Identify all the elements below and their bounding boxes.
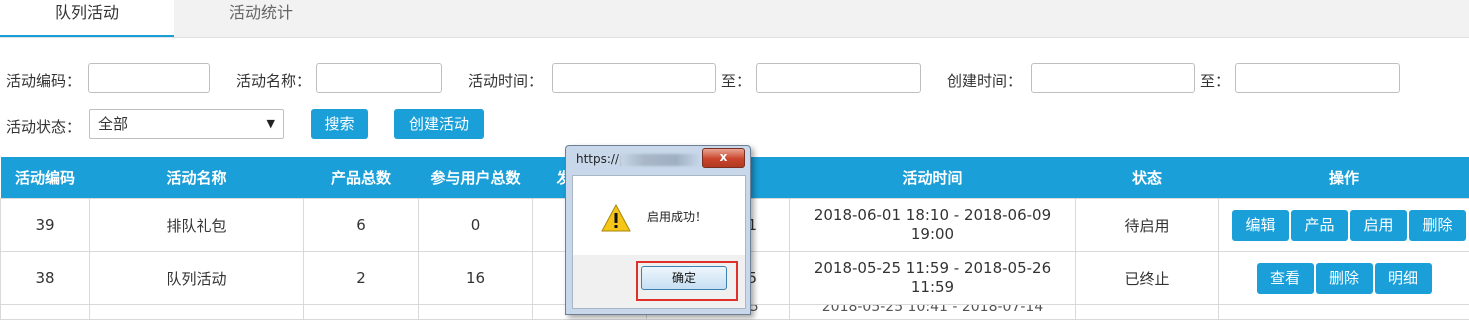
warning-icon (601, 204, 631, 232)
activity-time-start-input[interactable] (552, 63, 716, 93)
edit-button[interactable]: 编辑 (1232, 210, 1289, 241)
tab-queue-activity[interactable]: 队列活动 (0, 0, 174, 37)
search-button[interactable]: 搜索 (311, 109, 368, 139)
cell-name: 队列活动 (90, 252, 304, 305)
activity-time-label: 活动时间： (468, 70, 543, 91)
cell-code: 38 (1, 252, 90, 305)
cell-time: 2018-06-01 18:10 - 2018-06-09 19:00 (790, 199, 1076, 252)
cell-status: 待启用 (1076, 199, 1219, 252)
products-button[interactable]: 产品 (1291, 210, 1348, 241)
activity-status-select[interactable]: 全部 ▼ (89, 109, 284, 139)
cell-time: 2018-05-25 11:59 - 2018-05-26 11:59 (790, 252, 1076, 305)
cell-products: 2 (304, 252, 419, 305)
close-icon[interactable]: x (702, 148, 745, 168)
cell-users: 0 (419, 199, 533, 252)
activity-name-label: 活动名称： (236, 70, 311, 91)
tab-activity-stats[interactable]: 活动统计 (174, 0, 348, 37)
header-product-count: 产品总数 (304, 157, 419, 199)
cell-status: 已终止 (1076, 252, 1219, 305)
details-button[interactable]: 明细 (1375, 263, 1432, 294)
cell-users: 16 (419, 252, 533, 305)
cell-name: 排队礼包 (90, 199, 304, 252)
enable-button[interactable]: 启用 (1350, 210, 1407, 241)
activity-status-label: 活动状态： (6, 116, 81, 137)
dropdown-arrow-icon: ▼ (267, 110, 275, 138)
created-time-end-input[interactable] (1235, 63, 1400, 93)
cell-actions: 查看删除明细 (1219, 252, 1469, 305)
header-code: 活动编码 (1, 157, 90, 199)
view-button[interactable]: 查看 (1257, 263, 1314, 294)
dialog-title-blur (619, 154, 701, 166)
create-activity-button[interactable]: 创建活动 (394, 109, 484, 139)
header-user-count: 参与用户总数 (419, 157, 533, 199)
ok-button[interactable]: 确定 (641, 266, 727, 290)
activity-time-to-label: 至： (721, 70, 751, 91)
cell-code: 39 (1, 199, 90, 252)
created-time-label: 创建时间： (947, 70, 1022, 91)
activity-name-input[interactable] (316, 63, 442, 93)
activity-status-value: 全部 (98, 115, 128, 133)
activity-code-input[interactable] (88, 63, 210, 93)
delete-button[interactable]: 删除 (1316, 263, 1373, 294)
created-time-start-input[interactable] (1031, 63, 1195, 93)
header-name: 活动名称 (90, 157, 304, 199)
header-activity-time: 活动时间 (790, 157, 1076, 199)
header-actions: 操作 (1219, 157, 1469, 199)
dialog-body: 启用成功！ 确定 (572, 175, 746, 309)
dialog-content: 启用成功！ (573, 176, 745, 255)
activity-time-end-input[interactable] (756, 63, 921, 93)
header-status: 状态 (1076, 157, 1219, 199)
alert-dialog: https://pre x 启用成功！ 确定 (565, 145, 751, 315)
dialog-message: 启用成功！ (647, 208, 707, 225)
cell-products: 6 (304, 199, 419, 252)
cell-time-partial: 2018-05-25 10:41 - 2018-07-14 (790, 305, 1076, 320)
created-time-to-label: 至： (1200, 70, 1230, 91)
cell-actions: 编辑产品启用删除 (1219, 199, 1469, 252)
delete-button[interactable]: 删除 (1409, 210, 1466, 241)
activity-code-label: 活动编码： (6, 70, 81, 91)
tab-bar: 队列活动 活动统计 (0, 0, 1469, 38)
